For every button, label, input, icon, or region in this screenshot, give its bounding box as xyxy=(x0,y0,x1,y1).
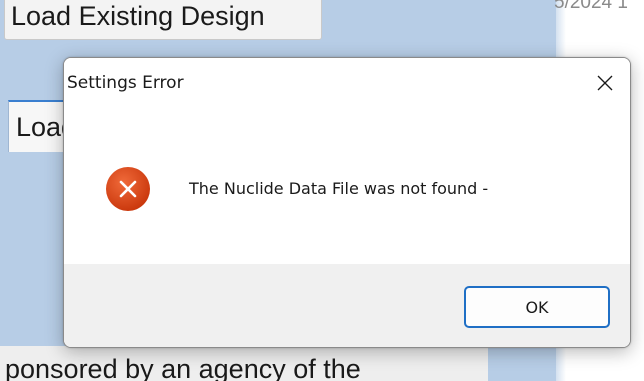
error-icon xyxy=(106,167,150,211)
load-existing-design-button[interactable]: Load Existing Design xyxy=(4,0,322,40)
sponsorship-text: ponsored by an agency of the xyxy=(5,354,361,381)
dialog-title: Settings Error xyxy=(67,73,184,93)
dialog-footer: OK xyxy=(64,264,630,347)
dialog-message: The Nuclide Data File was not found - xyxy=(189,179,489,198)
close-button[interactable] xyxy=(580,58,630,108)
background-date-text: 5/2024 1 xyxy=(554,0,628,13)
settings-error-dialog: Settings Error The Nuclide Data File was… xyxy=(63,57,631,348)
ok-button[interactable]: OK xyxy=(464,286,610,328)
dialog-titlebar[interactable]: Settings Error xyxy=(64,58,630,108)
close-icon xyxy=(597,75,613,91)
dialog-body: The Nuclide Data File was not found - xyxy=(64,108,630,264)
